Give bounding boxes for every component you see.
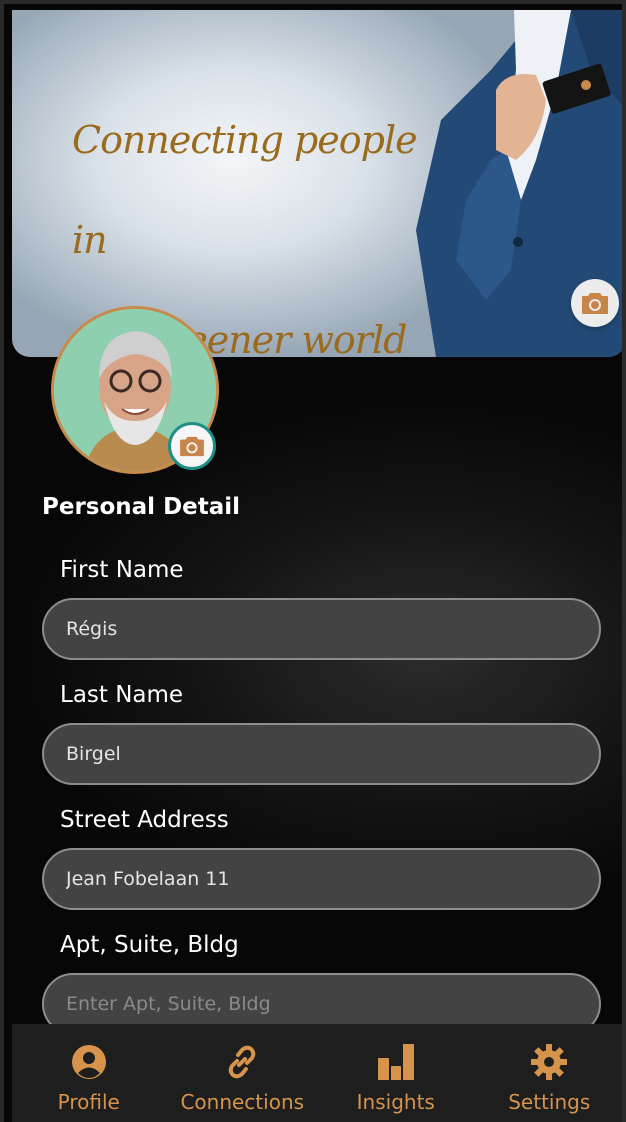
link-icon	[222, 1042, 262, 1082]
nav-item-profile[interactable]: Profile	[12, 1024, 166, 1122]
app-screen: Connecting people in a greener world Per…	[0, 0, 626, 1122]
nav-item-connections[interactable]: Connections	[166, 1024, 320, 1122]
nav-label-insights: Insights	[356, 1090, 435, 1114]
bottom-nav: Profile Connections Insights Settings	[12, 1024, 623, 1122]
street-address-label: Street Address	[60, 807, 229, 833]
nav-label-profile: Profile	[57, 1090, 120, 1114]
street-address-input[interactable]	[42, 848, 601, 910]
profile-icon	[69, 1042, 109, 1082]
nav-item-settings[interactable]: Settings	[473, 1024, 623, 1122]
first-name-input[interactable]	[42, 598, 601, 660]
change-cover-button[interactable]	[571, 279, 619, 327]
nav-item-insights[interactable]: Insights	[319, 1024, 473, 1122]
last-name-input[interactable]	[42, 723, 601, 785]
nav-label-settings: Settings	[508, 1090, 591, 1114]
apt-label: Apt, Suite, Bldg	[60, 932, 239, 958]
first-name-label: First Name	[60, 557, 184, 583]
section-title-personal-detail: Personal Detail	[42, 494, 241, 520]
gear-icon	[529, 1042, 569, 1082]
change-avatar-button[interactable]	[168, 422, 216, 470]
nav-label-connections: Connections	[180, 1090, 305, 1114]
camera-icon	[180, 436, 204, 457]
cover-banner: Connecting people in a greener world	[12, 10, 622, 357]
tagline-line-1: Connecting people in	[72, 118, 418, 262]
last-name-label: Last Name	[60, 682, 184, 708]
camera-icon	[582, 293, 608, 314]
bar-chart-icon	[376, 1042, 416, 1082]
